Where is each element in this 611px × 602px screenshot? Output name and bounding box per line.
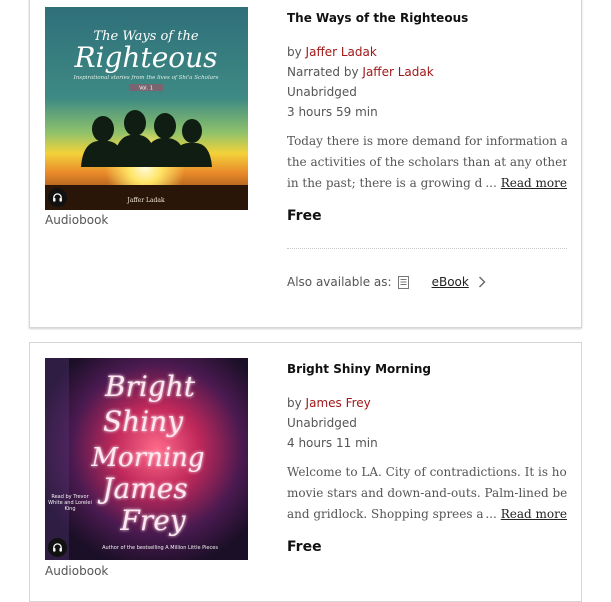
cover-read-by: Read by Trevor White and Lorelei King xyxy=(48,494,92,512)
read-more-link[interactable]: Read more xyxy=(501,507,567,521)
book-cover[interactable]: The Ways of the Righteous Inspirational … xyxy=(45,7,248,210)
book-title[interactable]: The Ways of the Righteous xyxy=(287,11,567,25)
format-label: Audiobook xyxy=(45,564,109,578)
cover-art: Bright Shiny Morning James Frey Read by … xyxy=(45,358,248,560)
description-line: Today there is more demand for informati… xyxy=(287,134,567,148)
description-line: Welcome to LA. City of contradictions. I… xyxy=(287,465,567,479)
result-card: Bright Shiny Morning James Frey Read by … xyxy=(29,342,582,602)
cover-neon-word: Frey xyxy=(119,504,186,537)
also-available: Also available as: eBook xyxy=(287,275,567,289)
read-more-link[interactable]: Read more xyxy=(501,176,567,190)
cover-neon-word: Morning xyxy=(90,443,204,473)
format-label: Audiobook xyxy=(45,213,109,227)
cover-subtitle: Inspirational stories from the lives of … xyxy=(73,75,219,81)
result-card: The Ways of the Righteous Inspirational … xyxy=(29,0,582,328)
price: Free xyxy=(287,208,322,224)
cover-volume: Vol. 1 xyxy=(139,86,153,92)
document-icon xyxy=(397,275,409,289)
also-available-label: Also available as: xyxy=(287,275,392,289)
book-title[interactable]: Bright Shiny Morning xyxy=(287,362,567,376)
cover-title-line2: Righteous xyxy=(73,41,217,74)
cover-neon-word: Shiny xyxy=(103,405,184,438)
cover-art: The Ways of the Righteous Inspirational … xyxy=(45,7,248,210)
duration: 4 hours 11 min xyxy=(287,436,378,450)
read-more-wrap: ... Read more xyxy=(483,504,567,525)
read-more-wrap: ... Read more xyxy=(483,173,567,194)
by-prefix: by xyxy=(287,45,302,59)
description-line: the activities of the scholars than at a… xyxy=(287,155,567,169)
author-line: by Jaffer Ladak xyxy=(287,42,567,62)
headphones-icon xyxy=(48,538,67,557)
price: Free xyxy=(287,539,322,555)
chevron-right-icon[interactable] xyxy=(478,276,486,288)
ellipsis: ... xyxy=(485,176,497,190)
author-line: by James Frey xyxy=(287,393,567,413)
description-line: and gridlock. Shopping sprees and gun ..… xyxy=(287,504,567,525)
book-info: Bright Shiny Morning by James Frey Unabr… xyxy=(287,362,567,555)
description: Welcome to LA. City of contradictions. I… xyxy=(287,462,567,525)
divider xyxy=(287,248,567,249)
duration: 3 hours 59 min xyxy=(287,105,378,119)
cover-tagline: Author of the bestselling A Million Litt… xyxy=(102,545,218,551)
narrator-line: Narrated by Jaffer Ladak xyxy=(287,62,567,82)
ebook-link[interactable]: eBook xyxy=(432,275,469,289)
edition: Unabridged xyxy=(287,85,357,99)
description-line: movie stars and down-and-outs. Palm-line… xyxy=(287,486,567,500)
cover-author: Jaffer Ladak xyxy=(126,197,165,204)
book-cover[interactable]: Bright Shiny Morning James Frey Read by … xyxy=(45,358,248,560)
description: Today there is more demand for informati… xyxy=(287,131,567,194)
cover-neon-word: James xyxy=(97,472,187,505)
description-line: in the past; there is a growing desire t… xyxy=(287,173,567,194)
by-prefix: by xyxy=(287,396,302,410)
ellipsis: ... xyxy=(485,507,497,521)
cover-neon-word: Bright xyxy=(104,370,196,403)
edition: Unabridged xyxy=(287,416,357,430)
narrated-prefix: Narrated by xyxy=(287,65,359,79)
book-info: The Ways of the Righteous by Jaffer Lada… xyxy=(287,11,567,289)
author-link[interactable]: James Frey xyxy=(306,396,371,410)
author-link[interactable]: Jaffer Ladak xyxy=(306,45,377,59)
narrator-link[interactable]: Jaffer Ladak xyxy=(362,65,433,79)
headphones-icon xyxy=(48,188,67,207)
